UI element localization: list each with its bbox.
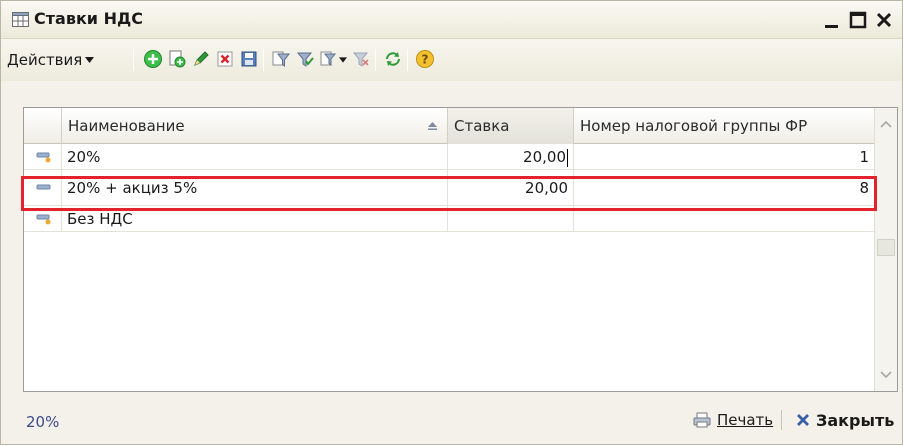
copy-icon[interactable]: [167, 49, 187, 69]
svg-text:?: ?: [422, 53, 429, 67]
status-separator: [781, 410, 782, 430]
scroll-up-icon[interactable]: [875, 114, 897, 136]
actions-label: Действия: [7, 51, 83, 69]
header-icon-column: [24, 108, 62, 144]
help-icon[interactable]: ?: [415, 49, 435, 69]
item-icon: [36, 214, 51, 225]
refresh-icon[interactable]: [383, 49, 403, 69]
column-header-name-label: Наименование: [68, 117, 185, 135]
cell-tax-group: 1: [859, 148, 869, 166]
column-header-tax-group-label: Номер налоговой группы ФР: [580, 117, 808, 135]
actions-menu[interactable]: Действия: [7, 49, 95, 71]
column-header-rate[interactable]: Ставка: [448, 108, 574, 144]
toolbar-separator: [263, 49, 264, 71]
status-bar: 20% Печать Закрыть: [1, 396, 902, 446]
vat-rates-table: Наименование Ставка Номер налоговой груп…: [23, 107, 898, 392]
toolbar-separator: [133, 49, 134, 71]
save-icon[interactable]: [239, 49, 259, 69]
vertical-scrollbar[interactable]: [874, 108, 897, 391]
cell-rate: [448, 206, 574, 232]
window-title: Ставки НДС: [34, 9, 143, 28]
filter-dropdown-icon[interactable]: [319, 49, 339, 69]
vat-rates-window: Ставки НДС Действия ? Наименование Ставк…: [0, 0, 903, 445]
printer-icon: [693, 412, 711, 428]
sort-ascending-icon: [428, 122, 437, 130]
row-icon-cell: [24, 206, 62, 232]
item-icon: [36, 184, 51, 190]
print-button[interactable]: Печать: [693, 408, 773, 432]
text-cursor: [567, 148, 568, 167]
title-bar: Ставки НДС: [1, 1, 902, 39]
cell-name: 20% + акциз 5%: [62, 170, 448, 206]
toolbar-separator: [407, 49, 408, 71]
cell-name: 20%: [62, 144, 448, 170]
maximize-icon[interactable]: [847, 9, 869, 31]
table-header: Наименование Ставка Номер налоговой груп…: [24, 108, 874, 144]
cell-rate[interactable]: 20,00: [448, 144, 574, 170]
toolbar: Действия ?: [1, 39, 902, 81]
scroll-down-icon[interactable]: [875, 363, 897, 385]
column-header-tax-group[interactable]: Номер налоговой группы ФР: [574, 108, 874, 144]
cell-name: Без НДС: [62, 206, 448, 232]
filter-clear-icon[interactable]: [351, 49, 371, 69]
current-value-text: 20%: [26, 413, 60, 431]
chevron-down-icon: [85, 57, 95, 63]
table-row[interactable]: 20% 20,00 1: [24, 144, 874, 170]
chevron-down-icon[interactable]: [339, 57, 347, 63]
row-icon-cell: [24, 144, 62, 170]
close-label: Закрыть: [816, 410, 895, 430]
table-icon: [12, 12, 29, 27]
close-icon[interactable]: [873, 9, 895, 31]
add-icon[interactable]: [143, 49, 163, 69]
filter-apply-icon[interactable]: [295, 49, 315, 69]
close-button[interactable]: Закрыть: [796, 408, 894, 432]
cell-rate-value: 20,00: [523, 148, 566, 166]
filter-icon[interactable]: [271, 49, 291, 69]
table-row[interactable]: 20% + акциз 5% 20,00 8: [24, 170, 874, 206]
delete-icon[interactable]: [215, 49, 235, 69]
item-icon: [36, 152, 51, 163]
row-icon-cell: [24, 170, 62, 206]
cell-tax-group: [574, 206, 874, 232]
close-x-icon: [797, 414, 809, 426]
scrollbar-thumb[interactable]: [877, 239, 895, 256]
print-label: Печать: [717, 411, 774, 429]
cell-tax-group: 8: [859, 179, 869, 197]
toolbar-separator: [375, 49, 376, 71]
table-row[interactable]: Без НДС: [24, 206, 874, 232]
column-header-rate-label: Ставка: [454, 117, 510, 135]
cell-rate: 20,00: [448, 170, 574, 206]
edit-icon[interactable]: [191, 49, 211, 69]
minimize-icon[interactable]: [821, 9, 843, 31]
column-header-name[interactable]: Наименование: [62, 108, 448, 144]
